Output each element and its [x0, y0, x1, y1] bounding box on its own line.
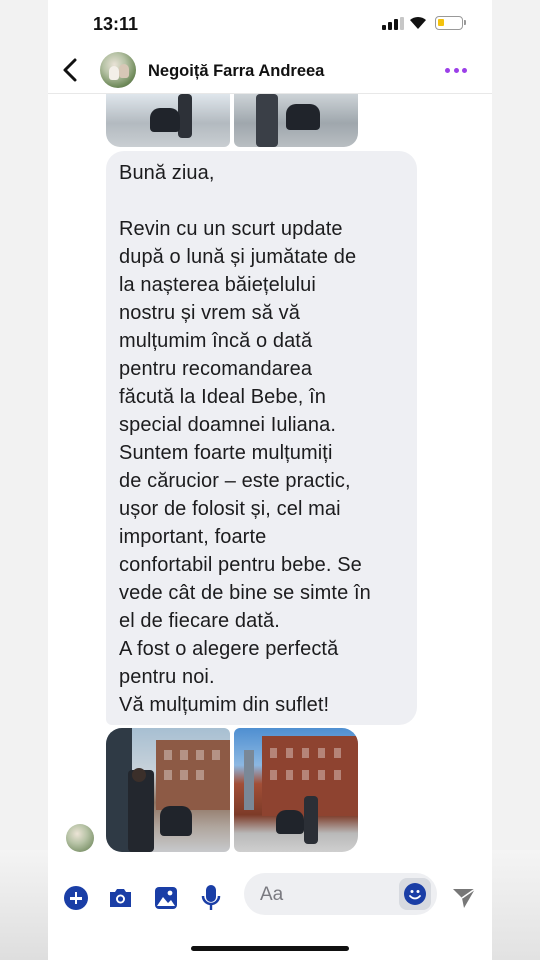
status-time: 13:11 [93, 14, 139, 34]
message-line: pentru noi. [119, 666, 215, 688]
gallery-icon[interactable] [154, 886, 178, 910]
send-icon[interactable] [451, 886, 477, 910]
battery-icon [435, 16, 466, 30]
message-line: nostru și vrem să vă [119, 302, 300, 324]
plus-icon[interactable] [64, 886, 88, 910]
wifi-icon [410, 16, 426, 29]
camera-icon[interactable] [108, 887, 133, 909]
message-line: confortabil pentru bebe. Se [119, 554, 362, 576]
messenger-screen: 13:11 Negoiță Farra Andreea Bună ziua, R… [48, 0, 492, 960]
contact-avatar[interactable] [100, 52, 136, 88]
message-line: special doamnei Iuliana. [119, 414, 336, 436]
message-line: la nașterea băiețelului [119, 274, 316, 296]
emoji-icon [404, 883, 426, 905]
conversation-header: Negoiță Farra Andreea [48, 48, 492, 94]
message-line: Bună ziua, [119, 162, 215, 184]
message-line: Revin cu un scurt update [119, 218, 343, 240]
home-indicator [191, 946, 349, 951]
contact-name[interactable]: Negoiță Farra Andreea [148, 62, 324, 81]
photo-attachment[interactable] [234, 728, 358, 852]
message-line: mulțumim încă o dată [119, 330, 313, 352]
message-line: făcută la Ideal Bebe, în [119, 386, 326, 408]
cellular-signal-icon [382, 17, 404, 30]
photo-attachment[interactable] [234, 94, 358, 147]
message-line: Vă mulțumim din suflet! [119, 694, 330, 716]
message-bubble[interactable]: Bună ziua, Revin cu un scurt update după… [106, 151, 417, 725]
message-line: după o lună și jumătate de [119, 246, 357, 268]
message-line: pentru recomandarea [119, 358, 313, 380]
emoji-button[interactable] [399, 878, 431, 910]
message-line: de cărucior – este practic, [119, 470, 351, 492]
contact-avatar-small [66, 824, 94, 852]
back-arrow-icon[interactable] [58, 56, 84, 84]
message-line: Suntem foarte mulțumiți [119, 442, 333, 464]
message-line: el de fiecare dată. [119, 610, 280, 632]
message-line: vede cât de bine se simte în [119, 582, 371, 604]
message-line: ușor de folosit și, cel mai [119, 498, 341, 520]
message-placeholder: Aa [260, 884, 284, 905]
microphone-icon[interactable] [201, 884, 221, 912]
more-options-icon[interactable] [444, 60, 468, 80]
photo-attachment[interactable] [106, 728, 230, 852]
background-right [492, 850, 540, 960]
background-left [0, 850, 48, 960]
message-line: important, foarte [119, 526, 267, 548]
message-input[interactable]: Aa [244, 873, 437, 915]
message-line: A fost o alegere perfectă [119, 638, 339, 660]
photo-attachment[interactable] [106, 94, 230, 147]
